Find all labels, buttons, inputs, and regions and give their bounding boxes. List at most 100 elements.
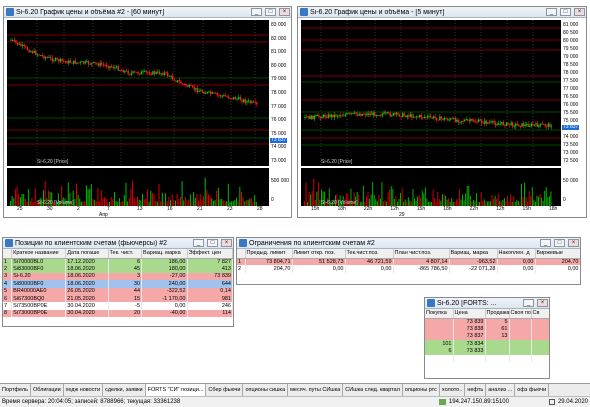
volume-axis[interactable]: 50 000 0 [561,168,586,206]
column-header[interactable]: Покупка [425,309,454,319]
workspace-tab[interactable]: Портфель [0,384,31,396]
table-row[interactable]: 2 Si83000BF0 18.06.2020 45 180,00 413 [3,265,233,273]
candle-body [40,55,42,57]
table-row[interactable]: 4 Si80000BF0 18.06.2020 30 240,00 644 [3,280,233,288]
workspace-tab[interactable]: месяч. путы СИшка [288,384,344,396]
own-orders-2 [531,318,549,326]
limits-window[interactable]: Ограничения по клиентским счетам #2 _ □ … [236,237,581,285]
close-button[interactable]: × [574,8,585,16]
column-header[interactable]: Цена [453,309,486,319]
workspace-tab[interactable]: Облигации [31,384,64,396]
column-header[interactable]: Св [531,309,549,319]
volume-bar [417,196,419,206]
minimize-button[interactable]: _ [251,8,262,16]
workspace-tab[interactable]: офз фьючи [515,384,550,396]
close-button[interactable]: × [568,239,579,247]
workspace-tab[interactable]: Сбер фьючи [206,384,244,396]
table-row[interactable]: 5 BR40000AE0 26.05.2020 44 -322,52 0,14 [3,287,233,295]
column-header[interactable]: Биржевые [535,249,580,259]
column-header[interactable]: Дата погаше [65,249,109,259]
candle-body [81,61,83,63]
net-position: 30 [108,280,143,288]
candle-body [135,71,138,73]
orderbook-row[interactable]: 73 837 13 [425,332,549,341]
workspace-tab[interactable]: опционы сишка [243,384,289,396]
chart-window-5min[interactable]: Si-6.20 График цены и объёма - [5 минут]… [297,6,587,218]
volume-chart-5min[interactable]: Si-6.20 [Volume] [301,168,561,206]
column-header[interactable]: Предыд. лимит [245,249,293,259]
workspace-tab[interactable]: холото.. [440,384,466,396]
column-header[interactable]: Своя по [509,309,532,319]
volume-bar [513,196,515,206]
price-chart-60min[interactable]: Si-6.20 [Price] [7,20,269,166]
column-header[interactable]: Тек.чист.поз. [345,249,394,259]
close-button[interactable]: × [537,299,548,307]
chart-window-60min-titlebar[interactable]: Si-6.20 График цены и объёма #2 - [60 ми… [4,7,291,18]
candle-body [547,123,550,127]
orderbook-row[interactable]: 6 73 833 [425,347,549,355]
column-header[interactable]: Краткое название [11,249,67,259]
workspace-tab[interactable]: хедж новости [64,384,104,396]
table-row[interactable]: 7 Si73500BP0E 30.04.2020 -5 0,00 246 [3,302,233,310]
variation-margin: -40,00 [141,309,188,318]
maximize-button[interactable]: □ [265,8,276,16]
time-axis[interactable]: 25 30 2 7 13 16 21 23 28 Апр [7,206,269,217]
workspace-tab[interactable]: анализ ... [486,384,516,396]
time-tick-label: 16 [167,206,173,212]
candle-body [51,57,53,62]
orderbook-row[interactable]: 73 839 5 [425,318,549,326]
workspace-tab[interactable]: СИшка след. квартал [343,384,403,396]
price-axis[interactable]: 81 000 80 500 80 000 79 500 79 000 78 500 78 0… [561,20,586,166]
minimize-button[interactable]: _ [523,299,534,307]
orderbook-window[interactable]: Si-6.20 [FORTS: ... _ × Покупка Цена Прода… [424,297,550,379]
maximize-button[interactable]: □ [207,239,218,247]
price-axis[interactable]: 83 000 82 000 81 000 80 000 79 000 78 000 77 0… [269,20,291,166]
positions-titlebar[interactable]: Позиции по клиентским счетам (фьючерсы) … [3,238,233,249]
minimize-button[interactable]: _ [546,8,557,16]
column-header[interactable]: Эффект. цен [187,249,233,259]
table-row[interactable]: 2 204,70 0,00 0,00 -865 786,50 -22 071,28 0,00… [237,265,580,273]
candle-body [381,114,384,116]
maximize-button[interactable]: □ [554,239,565,247]
candle-body [329,114,331,117]
chart-window-60min[interactable]: Si-6.20 График цены и объёма #2 - [60 ми… [3,6,292,218]
volume-bar [28,189,30,206]
column-header[interactable] [3,249,13,259]
column-header[interactable]: Накоплен. д [497,249,536,259]
column-header[interactable]: План чист.поз. [393,249,450,259]
workspace-tab[interactable]: сделки, заявки [103,384,146,396]
close-button[interactable]: × [279,8,290,16]
minimize-button[interactable]: _ [193,239,204,247]
candle-body [205,93,207,95]
candle-body [168,76,171,78]
positions-window[interactable]: Позиции по клиентским счетам (фьючерсы) … [2,237,234,327]
orderbook-titlebar[interactable]: Si-6.20 [FORTS: ... _ × [425,298,549,309]
limits-titlebar[interactable]: Ограничения по клиентским счетам #2 _ □ … [237,238,580,249]
price-chart-5min[interactable]: Si-6.20 [Price] [301,20,561,166]
minimize-button[interactable]: _ [540,239,551,247]
workspace-tab[interactable]: опционы ртс [403,384,440,396]
column-header[interactable]: Тек. чист. [108,249,143,259]
chart-window-5min-titlebar[interactable]: Si-6.20 График цены и объёма - [5 минут]… [298,7,586,18]
column-header[interactable]: Вариац. марка [141,249,188,259]
table-row[interactable]: 6 Si67300BQ0 21.05.2020 15 -1 170,00 981 [3,294,233,303]
maximize-button[interactable]: □ [560,8,571,16]
orderbook-row[interactable]: 73 838 61 [425,325,549,333]
volume-bar [206,190,208,206]
column-header[interactable]: Вариац. марка [449,249,498,259]
volume-chart-60min[interactable]: Si-6.20 [Volume] [7,168,269,206]
volume-axis[interactable]: 500 000 0 [269,168,291,206]
orderbook-row[interactable]: 101 73 834 [425,340,549,348]
workspace-tab[interactable]: FORTS "СИ" позици... [145,384,207,396]
table-row[interactable]: 1 Si70000BL0 17.12.2020 6 186,00 7 827 [3,258,233,266]
table-row[interactable]: 1 73 804,71 51 528,73 46 721,59 4 807,14 -963… [237,258,580,266]
workspace-tab[interactable]: нефть [465,384,487,396]
table-row[interactable]: 3 Si-6.20 18.06.2020 3 -27,00 73 839 [3,272,233,281]
column-header[interactable]: Продажа [485,309,510,319]
close-button[interactable]: × [221,239,232,247]
orderbook-row[interactable] [425,354,549,363]
table-row[interactable]: 8 Si73000BP0E 30.04.2020 20 -40,00 114 [3,309,233,318]
column-header[interactable] [237,249,246,259]
column-header[interactable]: Лимит откр. поз. [292,249,346,259]
time-axis[interactable]: 15h 18h 22h 12h 15h 18h 22h 12h 15h 18h 29 [301,206,561,217]
